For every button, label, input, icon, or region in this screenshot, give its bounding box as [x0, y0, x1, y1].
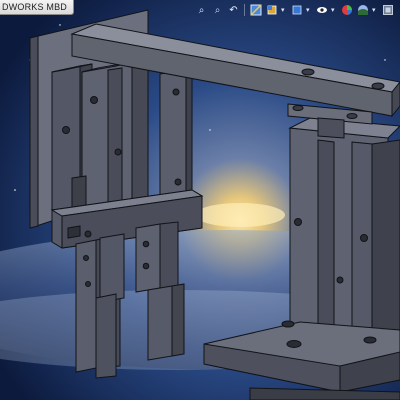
graphics-area[interactable]: DWORKS MBD ⌕ ⌕ ↶ ▾ ▾ ▾ ▾ [0, 0, 400, 400]
hide-show-items-icon[interactable] [315, 4, 328, 17]
heads-up-view-toolbar: ⌕ ⌕ ↶ ▾ ▾ ▾ ▾ [195, 2, 394, 18]
zoom-to-fit-icon[interactable]: ⌕ [195, 4, 208, 17]
right-slide-cylinder[interactable] [288, 117, 400, 351]
apply-scene-dropdown-icon[interactable]: ▾ [372, 6, 378, 14]
view-orientation-dropdown-icon[interactable]: ▾ [281, 6, 287, 14]
view-orientation-icon[interactable] [265, 4, 278, 17]
display-style-icon[interactable] [290, 4, 303, 17]
zoom-to-area-icon[interactable]: ⌕ [211, 4, 224, 17]
left-finger[interactable] [75, 233, 125, 379]
toolbar-separator [244, 4, 245, 16]
previous-view-icon[interactable]: ↶ [227, 4, 240, 17]
hide-show-dropdown-icon[interactable]: ▾ [331, 6, 337, 14]
left-guide-rail[interactable] [159, 69, 193, 201]
app-name-tab: DWORKS MBD [0, 0, 74, 15]
apply-scene-icon[interactable] [356, 4, 369, 17]
section-view-icon[interactable] [249, 4, 262, 17]
edit-appearance-icon[interactable] [340, 4, 353, 17]
display-style-dropdown-icon[interactable]: ▾ [306, 6, 312, 14]
model-viewport[interactable] [0, 0, 400, 400]
view-settings-icon[interactable] [381, 4, 394, 17]
